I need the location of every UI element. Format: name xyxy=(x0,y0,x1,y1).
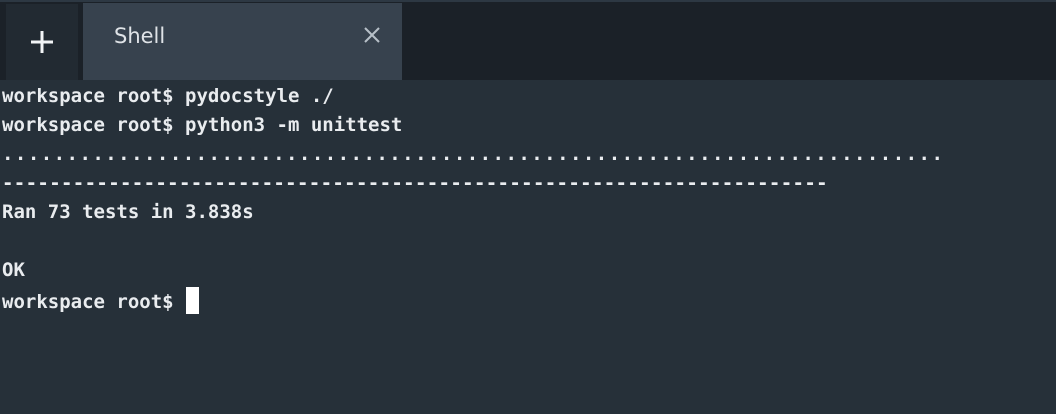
tab-label: Shell xyxy=(114,24,166,48)
terminal-line-result: Ran 73 tests in 3.838s xyxy=(2,201,254,223)
close-icon[interactable] xyxy=(363,26,381,44)
terminal-cursor xyxy=(185,287,199,314)
tab-bar: Shell xyxy=(0,0,1056,80)
tab-bar-divider xyxy=(0,0,1056,2)
plus-icon xyxy=(31,31,53,53)
terminal-line-status: OK xyxy=(2,259,25,281)
terminal-prompt: workspace root$ xyxy=(2,291,174,313)
terminal-prompt-line[interactable]: workspace root$ xyxy=(2,287,199,314)
terminal-line-progress-dots: ........................................… xyxy=(2,143,945,165)
new-tab-button[interactable] xyxy=(6,4,78,80)
terminal-line: workspace root$ python3 -m unittest xyxy=(2,114,403,136)
terminal-line: workspace root$ pydocstyle ./ xyxy=(2,85,334,107)
terminal-window: Shell workspace root$ pydocstyle ./ work… xyxy=(0,0,1056,414)
tab-shell[interactable]: Shell xyxy=(83,3,402,80)
terminal-line-separator: ----------------------------------------… xyxy=(2,172,828,194)
terminal-output[interactable]: workspace root$ pydocstyle ./ workspace … xyxy=(0,80,1056,414)
